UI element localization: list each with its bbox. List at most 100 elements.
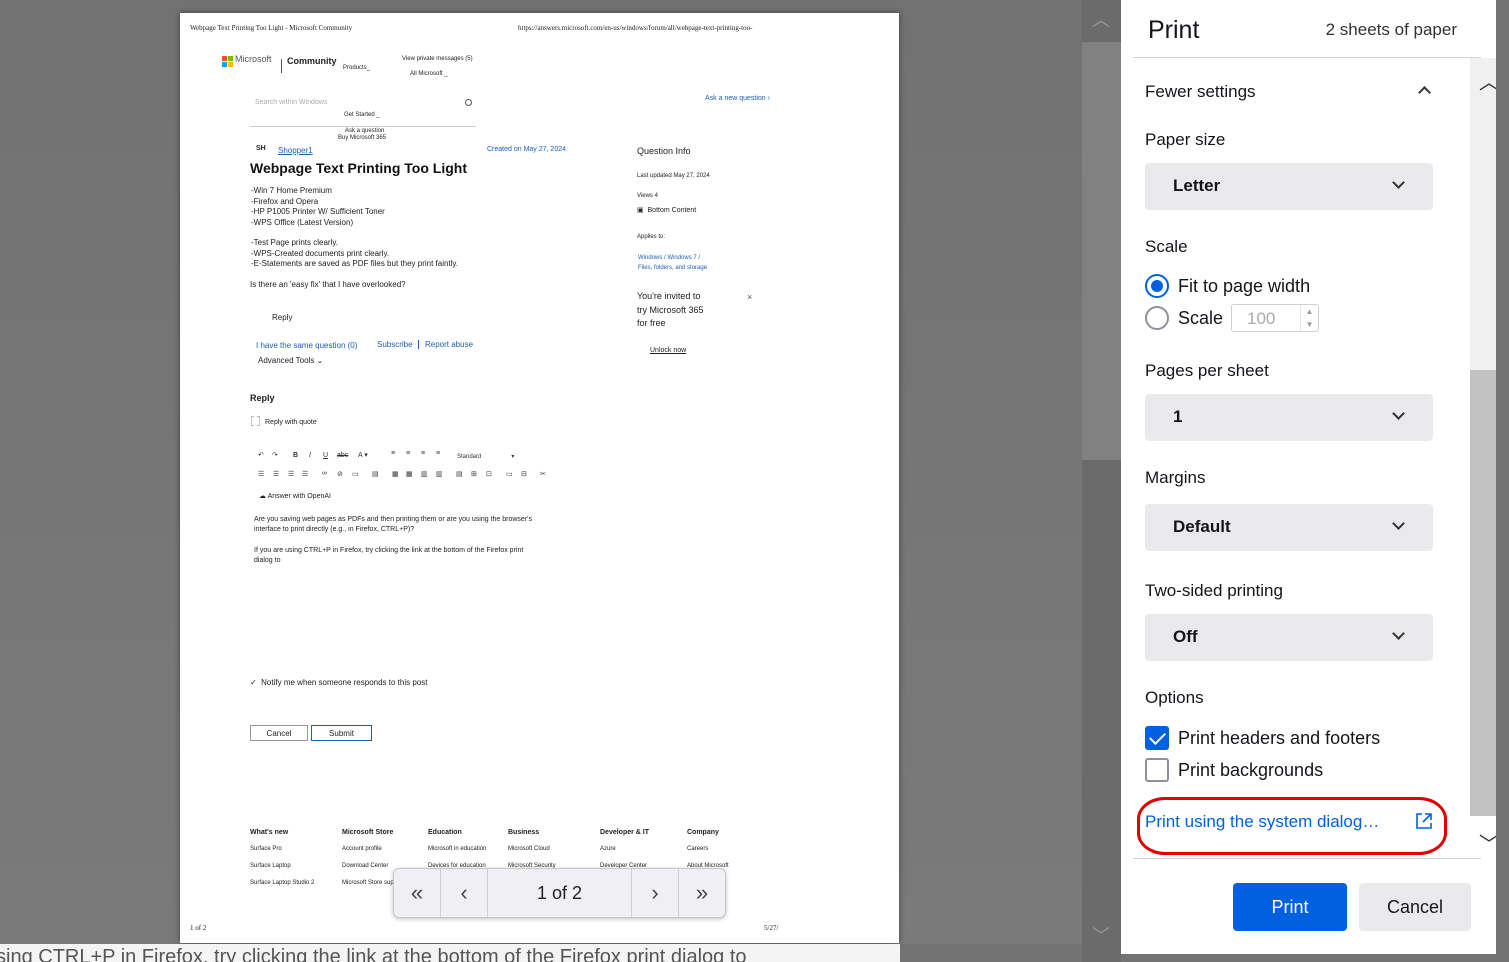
report-abuse-link[interactable]: Report abuse [425, 340, 473, 349]
chevron-up-icon[interactable] [1418, 86, 1431, 99]
table-icon[interactable]: ▦ [392, 470, 399, 478]
footer-link[interactable]: Microsoft in education [428, 846, 486, 852]
table-col-icon[interactable]: ▥ [421, 470, 428, 478]
font-color-icon[interactable]: A ▾ [358, 451, 368, 459]
scroll-down-icon[interactable]: ﹀ [1091, 926, 1111, 946]
align-right-icon[interactable]: ≡ [421, 450, 425, 457]
footer-link[interactable]: Microsoft Store sup [342, 880, 394, 886]
paper-size-select[interactable]: Letter [1145, 163, 1433, 210]
community-label: Community [287, 56, 337, 66]
scroll-up-icon[interactable]: ︿ [1091, 10, 1111, 30]
nav-ask-question[interactable]: Ask a question [345, 128, 384, 134]
footer-link[interactable]: Download Center [342, 863, 388, 869]
indent-icon[interactable]: ☰ [288, 470, 294, 478]
applies-link-windows7[interactable]: Windows 7 [667, 255, 696, 261]
undo-icon[interactable]: ↶ [258, 451, 264, 459]
first-page-button[interactable]: « [394, 869, 441, 917]
paper-cancel-button[interactable]: Cancel [250, 725, 308, 741]
media-icon[interactable]: ⊡ [486, 470, 492, 478]
ask-new-question-link[interactable]: Ask a new question › [705, 95, 770, 102]
footer-link[interactable]: Azure [600, 846, 616, 852]
headers-footers-label[interactable]: Print headers and footers [1178, 728, 1380, 749]
redo-icon[interactable]: ↷ [272, 451, 278, 459]
backgrounds-checkbox[interactable] [1145, 758, 1169, 782]
nav-all-microsoft[interactable]: All Microsoft _ [410, 71, 448, 77]
scale-input[interactable]: 100 ▲ ▼ [1231, 304, 1319, 332]
margins-label: Margins [1145, 468, 1206, 487]
headers-footers-checkbox[interactable] [1145, 726, 1169, 750]
scale-option-label[interactable]: Scale [1178, 308, 1223, 329]
footer-link[interactable]: Careers [687, 846, 708, 852]
username-link[interactable]: Shopper1 [278, 146, 313, 155]
code-icon[interactable]: ▤ [372, 470, 379, 478]
emoji-icon[interactable]: ▤ [456, 470, 463, 478]
subscribe-link[interactable]: Subscribe [377, 340, 413, 349]
fit-width-radio[interactable] [1145, 274, 1169, 298]
outdent-icon[interactable]: ☰ [302, 470, 308, 478]
backgrounds-label[interactable]: Print backgrounds [1178, 760, 1323, 781]
editor-answer-text-2[interactable]: If you are using CTRL+P in Firefox, try … [254, 546, 523, 565]
preview-scroll-thumb[interactable] [1082, 42, 1121, 460]
previous-page-button[interactable]: ‹ [441, 869, 488, 917]
applies-to-label: Applies to: [637, 234, 666, 240]
print-button[interactable]: Print [1233, 883, 1347, 931]
table-row-icon[interactable]: ▦ [406, 470, 413, 478]
nav-buy-microsoft[interactable]: Buy Microsoft 365 [338, 135, 386, 141]
fit-width-label[interactable]: Fit to page width [1178, 276, 1310, 297]
spin-up-icon[interactable]: ▲ [1300, 305, 1318, 318]
footer-link[interactable]: Surface Laptop Studio 2 [250, 880, 314, 886]
image-insert-icon[interactable]: ▭ [352, 470, 359, 478]
answer-openai-button[interactable]: ☁ Answer with OpenAI [259, 492, 331, 500]
source-icon[interactable]: ▭ [506, 470, 513, 478]
last-page-button[interactable]: » [678, 869, 725, 917]
clear-format-icon[interactable]: ✂ [540, 470, 546, 478]
page-search-placeholder: Search within Windows [255, 99, 328, 106]
footer-link[interactable]: Surface Pro [250, 846, 282, 852]
underline-icon[interactable]: U [323, 452, 328, 459]
next-page-button[interactable]: › [631, 869, 678, 917]
justify-icon[interactable]: ≡ [436, 450, 440, 457]
notify-checkbox[interactable]: ✓ Notify me when someone responds to thi… [250, 678, 427, 687]
applies-link-files[interactable]: Files, folders, and storage [638, 265, 707, 271]
reply-with-quote[interactable]: Reply with quote [265, 419, 317, 426]
question-reply-button[interactable]: Reply [272, 313, 292, 322]
italic-icon[interactable]: I [309, 452, 311, 459]
unlink-icon[interactable]: ⊘ [337, 470, 343, 478]
margins-select[interactable]: Default [1145, 504, 1433, 551]
question-body-3: Is there an 'easy fix' that I have overl… [250, 280, 406, 289]
same-question-link[interactable]: I have the same question (0) [256, 341, 357, 350]
bullet-list-icon[interactable]: ☰ [273, 470, 279, 478]
link-icon[interactable]: ∞ [322, 470, 327, 477]
strikethrough-icon[interactable]: abc [337, 452, 348, 459]
applies-link-windows[interactable]: Windows [638, 255, 662, 261]
pages-per-sheet-select[interactable]: 1 [1145, 394, 1433, 441]
two-sided-select[interactable]: Off [1145, 614, 1433, 661]
promo-close-icon[interactable]: × [747, 292, 752, 302]
footer-link[interactable]: Account profile [342, 846, 382, 852]
page-search-field[interactable] [250, 113, 476, 127]
advanced-tools-menu[interactable]: Advanced Tools ⌄ [258, 356, 323, 365]
cancel-button[interactable]: Cancel [1359, 883, 1471, 931]
bold-icon[interactable]: B [293, 452, 298, 459]
numbered-list-icon[interactable]: ☰ [258, 470, 264, 478]
scale-radio[interactable] [1145, 306, 1169, 330]
nav-private-messages[interactable]: View private messages (5) [402, 56, 473, 62]
preview-icon[interactable]: ⊟ [521, 470, 527, 478]
page-navigation-toolbar: « ‹ 1 of 2 › » [393, 868, 726, 918]
footer-link[interactable]: Microsoft Cloud [508, 846, 550, 852]
footer-divider [1133, 858, 1481, 859]
table-merge-icon[interactable]: ▥ [436, 470, 443, 478]
preview-scrollbar[interactable]: ︿ ﹀ [1082, 0, 1121, 962]
special-char-icon[interactable]: ⊞ [471, 470, 477, 478]
spin-down-icon[interactable]: ▼ [1300, 318, 1318, 331]
unlock-now-link[interactable]: Unlock now [650, 347, 686, 354]
footer-link[interactable]: Surface Laptop [250, 863, 291, 869]
align-left-icon[interactable]: ≡ [391, 450, 395, 457]
nav-products[interactable]: Products_ [343, 65, 370, 71]
paper-submit-button[interactable]: Submit [311, 725, 372, 741]
promo-line: try Microsoft 365 [637, 304, 704, 315]
style-select[interactable]: Standard ▾ [457, 453, 514, 460]
align-center-icon[interactable]: ≡ [406, 450, 410, 457]
fewer-settings-toggle[interactable]: Fewer settings [1145, 82, 1256, 102]
editor-answer-text-1[interactable]: Are you saving web pages as PDFs and the… [254, 515, 532, 534]
